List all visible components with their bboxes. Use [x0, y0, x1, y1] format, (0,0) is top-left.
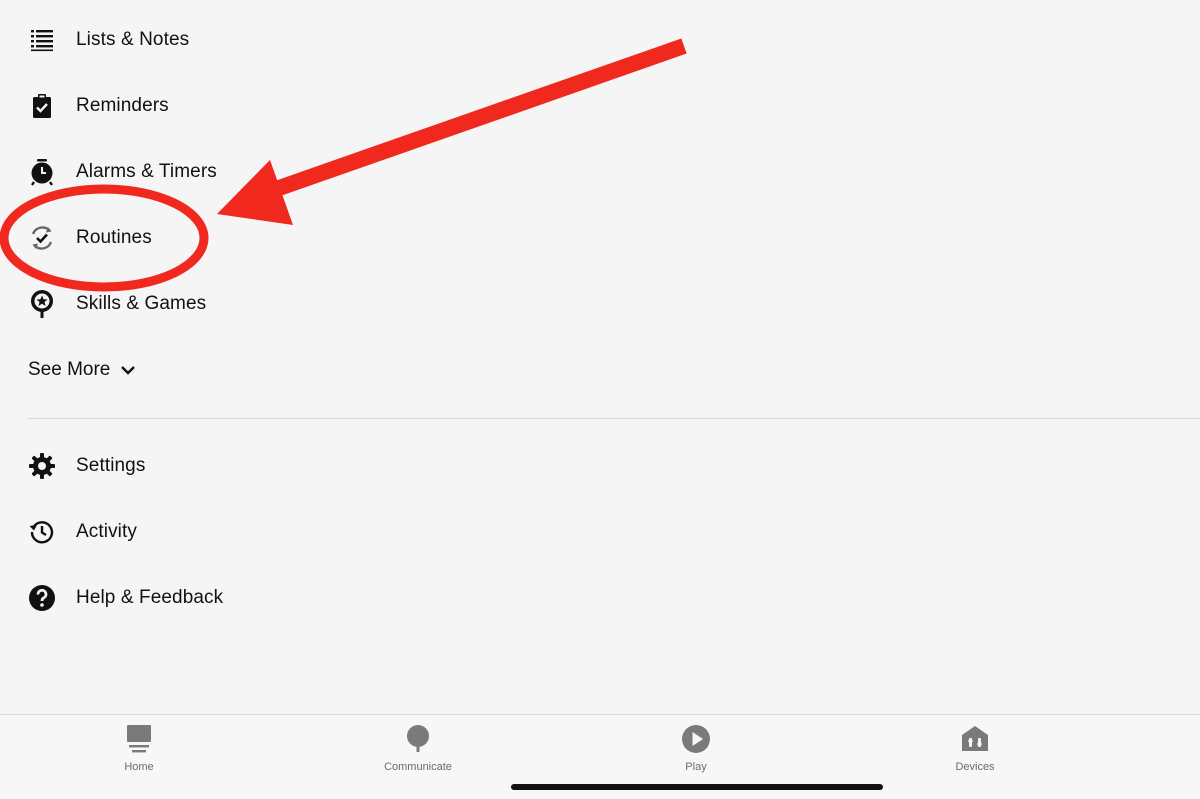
- menu-item-label: Skills & Games: [76, 293, 207, 314]
- nav-label: Home: [124, 761, 154, 773]
- app-page: Lists & Notes Reminders Alarms & Timers: [0, 0, 1200, 799]
- menu-item-reminders[interactable]: Reminders: [28, 86, 169, 126]
- section-divider: [28, 418, 1200, 419]
- tab-communicate[interactable]: Communicate: [358, 723, 478, 773]
- routine-refresh-check-icon: [28, 224, 56, 252]
- nav-label: Devices: [955, 761, 995, 773]
- tab-play[interactable]: Play: [636, 723, 756, 773]
- help-question-icon: [28, 584, 56, 612]
- home-icon: [123, 723, 155, 755]
- menu-item-routines[interactable]: Routines: [28, 218, 152, 258]
- menu-item-settings[interactable]: Settings: [28, 446, 145, 486]
- play-icon: [680, 723, 712, 755]
- nav-label: Play: [685, 761, 707, 773]
- history-clock-icon: [28, 518, 56, 546]
- menu-item-label: Lists & Notes: [76, 29, 190, 50]
- menu-item-help-feedback[interactable]: Help & Feedback: [28, 578, 223, 618]
- devices-house-icon: [959, 723, 991, 755]
- see-more-toggle[interactable]: See More: [28, 350, 138, 390]
- menu-item-skills-games[interactable]: Skills & Games: [28, 284, 206, 324]
- menu-item-label: Help & Feedback: [76, 587, 224, 608]
- menu-item-alarms-timers[interactable]: Alarms & Timers: [28, 152, 217, 192]
- nav-label: Communicate: [384, 761, 452, 773]
- home-indicator-bar[interactable]: [511, 784, 883, 790]
- skills-star-bubble-icon: [28, 290, 56, 318]
- menu-item-lists-notes[interactable]: Lists & Notes: [28, 20, 189, 60]
- see-more-label: See More: [28, 359, 111, 380]
- annotation-overlay: [0, 38, 687, 292]
- tab-devices[interactable]: Devices: [915, 723, 1035, 773]
- gear-icon: [28, 452, 56, 480]
- chat-bubble-icon: [402, 723, 434, 755]
- menu-item-label: Routines: [76, 227, 152, 248]
- list-icon: [28, 26, 56, 54]
- menu-item-label: Activity: [76, 521, 137, 542]
- tab-home[interactable]: Home: [79, 723, 199, 773]
- chevron-down-icon: [120, 361, 138, 379]
- menu-item-label: Alarms & Timers: [76, 161, 217, 182]
- menu-item-label: Reminders: [76, 95, 169, 116]
- menu-item-activity[interactable]: Activity: [28, 512, 137, 552]
- alarm-clock-icon: [28, 158, 56, 186]
- clipboard-check-icon: [28, 92, 56, 120]
- menu-item-label: Settings: [76, 455, 146, 476]
- annotation-arrow: [217, 38, 687, 225]
